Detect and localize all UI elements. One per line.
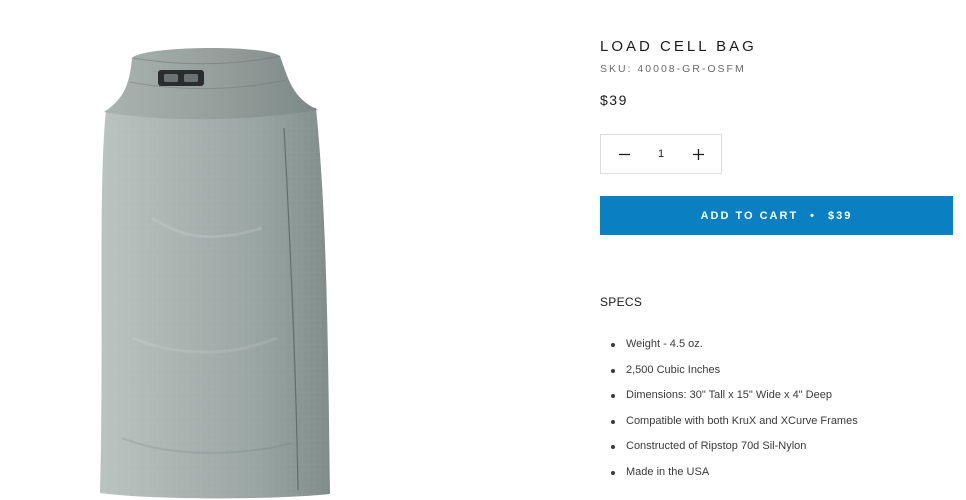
quantity-increment-button[interactable] [687,143,709,165]
plus-icon [692,148,704,160]
product-info: LOAD CELL BAG SKU: 40008-GR-OSFM $39 1 A… [600,0,953,500]
spec-item: Weight - 4.5 oz. [600,332,953,358]
spec-item: 2,500 Cubic Inches [600,358,953,384]
spec-item: Dimensions: 30" Tall x 15" Wide x 4" Dee… [600,383,953,409]
spec-item: Constructed of Ripstop 70d Sil-Nylon [600,434,953,460]
spec-item: Made in the USA [600,460,953,486]
add-to-cart-label: ADD TO CART [700,209,799,222]
add-to-cart-price: $39 [828,209,853,222]
quantity-input[interactable]: 1 [658,148,664,160]
add-to-cart-button[interactable]: ADD TO CART • $39 [600,196,953,235]
quantity-stepper: 1 [600,134,722,174]
product-title: LOAD CELL BAG [600,38,757,55]
spec-item: Compatible with both KruX and XCurve Fra… [600,409,953,435]
specs-heading: SPECS [600,295,643,309]
buckle-icon [158,70,204,86]
product-image[interactable] [92,38,332,500]
quantity-decrement-button[interactable] [613,143,635,165]
product-gallery [0,0,560,500]
product-sku: SKU: 40008-GR-OSFM [600,63,746,75]
product-price: $39 [600,92,628,108]
add-to-cart-separator: • [810,209,817,222]
minus-icon [618,153,630,155]
specs-list: Weight - 4.5 oz. 2,500 Cubic Inches Dime… [600,332,953,486]
